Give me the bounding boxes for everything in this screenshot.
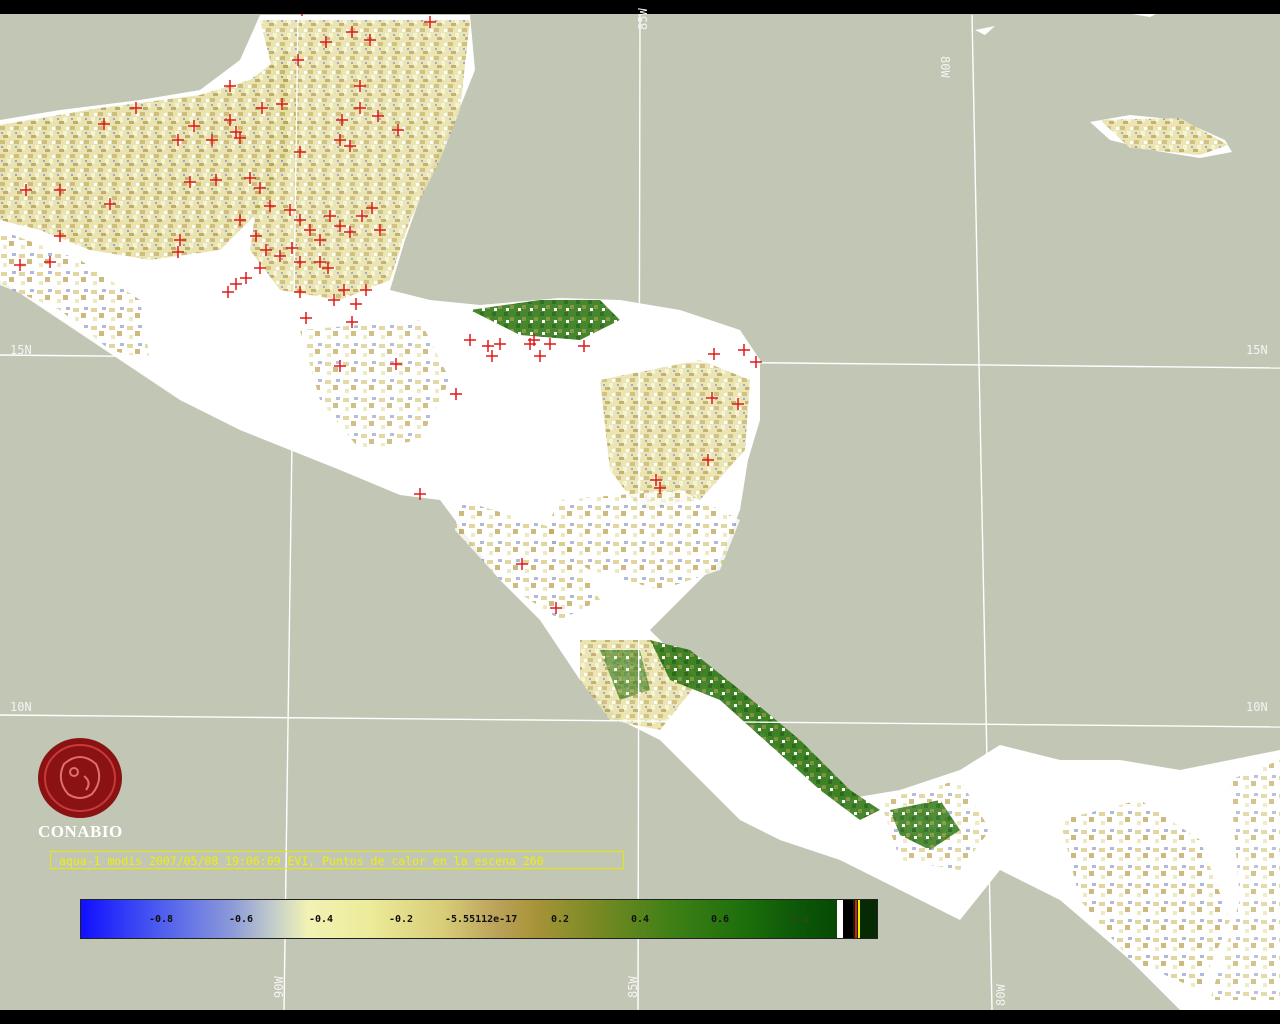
evi-colorbar: -0.8 -0.6 -0.4 -0.2 -5.55112e-17 0.2 0.4 0.6 0.8 [80,899,878,939]
scene-caption: aqua-1 modis 2007/05/08 19:06:09 EVI, Pu… [50,851,624,869]
colorbar-tick-label: -5.55112e-17 [445,914,518,925]
colorbar-black-stripe [843,900,853,938]
lat-label-15n-left: 15N [10,343,32,357]
conabio-emblem-icon [38,738,122,818]
colorbar-tick-label: -0.2 [389,914,414,925]
colorbar-tick-label: -0.8 [149,914,174,925]
colorbar-tick-label: 0.4 [631,914,650,925]
colorbar-tick-label: 0.6 [711,914,730,925]
colorbar-red-stripe [855,900,857,938]
colorbar-tick-label: -0.4 [309,914,334,925]
colorbar-tick-label: 0.8 [791,914,810,925]
colorbar-tick-label: -0.6 [229,914,254,925]
colorbar-tick-label: 0.2 [551,914,570,925]
lon-label-85w-top: 85W [636,8,650,30]
lat-label-10n-left: 10N [10,700,32,714]
satellite-map [0,0,1280,1024]
lon-label-80w-bottom: 80W [994,984,1008,1006]
lon-label-90w-bottom: 90W [272,976,286,998]
conabio-logo-text: CONABIO [38,822,123,841]
lat-label-15n-right: 15N [1246,343,1268,357]
lon-label-85w-bottom: 85W [626,976,640,998]
colorbar-yellow-stripe [858,900,860,938]
lat-label-10n-right: 10N [1246,700,1268,714]
lon-label-80w-top: 80W [938,56,952,78]
conabio-logo [34,736,130,824]
